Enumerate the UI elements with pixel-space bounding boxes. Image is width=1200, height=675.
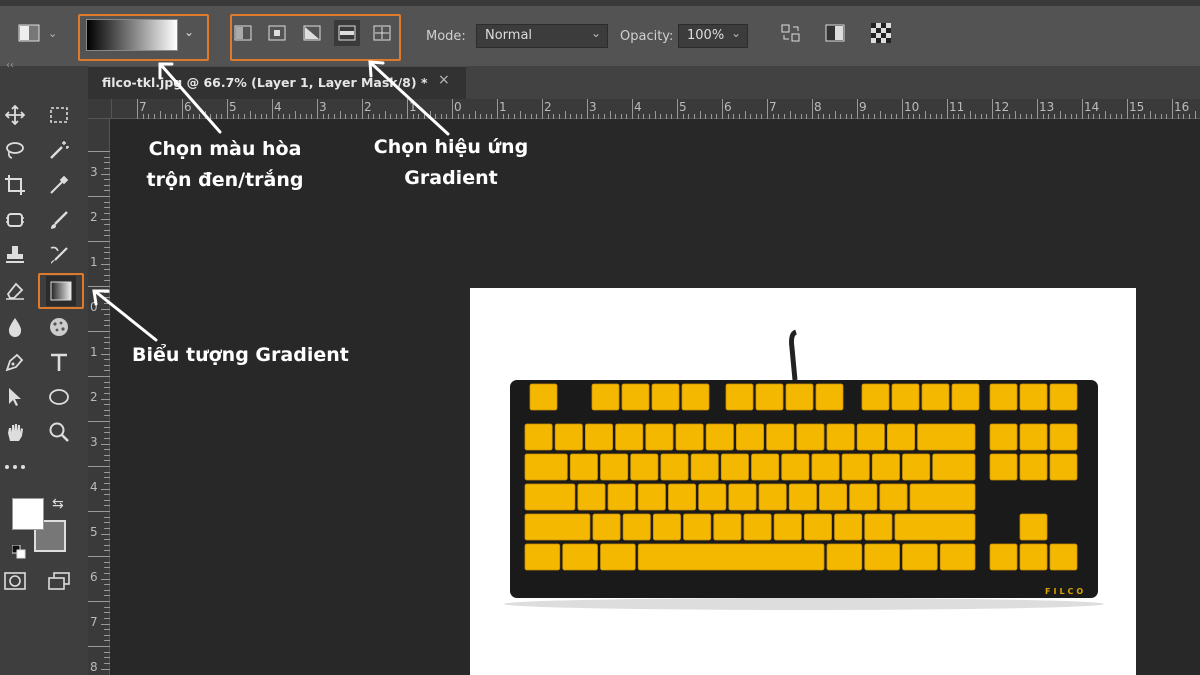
annotation-gradient-icon: Biểu tượng Gradient [132,344,349,366]
annotation-gradient-effect: Chọn hiệu ứng Gradient [366,132,536,194]
annotation-line: Chọn hiệu ứng [373,136,529,158]
annotation-arrows [92,60,450,342]
annotation-line: Gradient [404,167,498,189]
annotation-line: Chọn màu hòa [148,138,302,160]
annotation-gradient-color: Chọn màu hòa trộn đen/trắng [140,134,310,196]
annotation-line: trộn đen/trắng [146,169,304,191]
